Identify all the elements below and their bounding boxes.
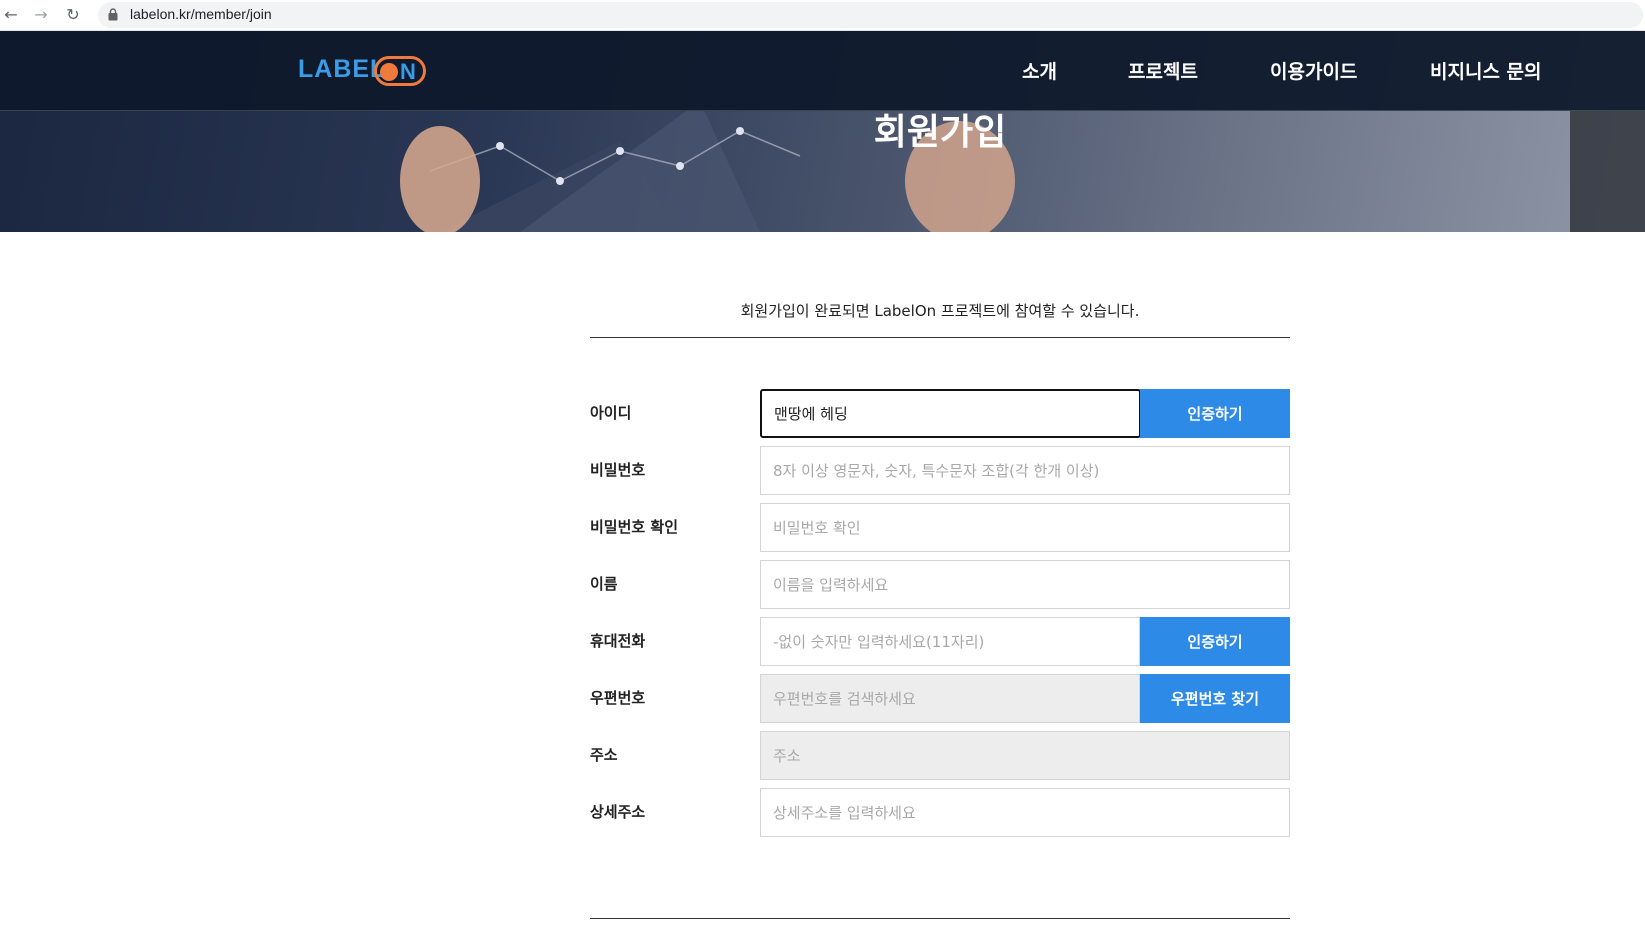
password-input[interactable] — [760, 446, 1290, 495]
site-logo[interactable]: LABEL N — [298, 53, 428, 89]
logo-n-text: N — [400, 59, 416, 84]
browser-toolbar: ← → ↻ labelon.kr/member/join — [0, 0, 1645, 31]
detail-address-input[interactable] — [760, 788, 1290, 837]
phone-input[interactable] — [760, 617, 1140, 666]
address-input[interactable] — [760, 731, 1290, 780]
password-confirm-input[interactable] — [760, 503, 1290, 552]
label-name: 이름 — [590, 575, 618, 593]
nav-item-guide[interactable]: 이용가이드 — [1270, 57, 1357, 84]
address-bar[interactable]: labelon.kr/member/join — [98, 2, 1643, 28]
back-arrow-icon[interactable]: ← — [0, 4, 22, 26]
label-password-confirm: 비밀번호 확인 — [590, 518, 679, 536]
hero-banner: 회원가입 LABEL N 소개 프로젝트 이용가이드 비지니스 문의 — [0, 31, 1645, 232]
nav-item-project[interactable]: 프로젝트 — [1128, 57, 1198, 84]
label-address: 주소 — [590, 746, 618, 764]
logo-o-dot — [380, 63, 398, 81]
verify-phone-button[interactable]: 인증하기 — [1140, 617, 1290, 666]
reload-icon[interactable]: ↻ — [62, 4, 84, 26]
forward-arrow-icon[interactable]: → — [30, 4, 52, 26]
label-detail-address: 상세주소 — [590, 803, 646, 821]
lock-icon — [108, 8, 118, 21]
name-input[interactable] — [760, 560, 1290, 609]
label-phone: 휴대전화 — [590, 632, 646, 650]
label-user-id: 아이디 — [590, 404, 632, 422]
label-password: 비밀번호 — [590, 461, 646, 479]
form-intro-text: 회원가입이 완료되면 LabelOn 프로젝트에 참여할 수 있습니다. — [740, 302, 1140, 320]
user-id-input[interactable] — [760, 389, 1141, 438]
find-postal-code-button[interactable]: 우편번호 찾기 — [1140, 674, 1290, 723]
verify-id-button[interactable]: 인증하기 — [1140, 389, 1290, 438]
nav-item-business[interactable]: 비지니스 문의 — [1430, 57, 1542, 84]
postal-code-input[interactable] — [760, 674, 1140, 723]
site-header: LABEL N 소개 프로젝트 이용가이드 비지니스 문의 — [0, 31, 1645, 111]
label-postal-code: 우편번호 — [590, 689, 646, 707]
url-text: labelon.kr/member/join — [130, 6, 272, 22]
nav-item-intro[interactable]: 소개 — [1022, 57, 1057, 84]
divider-bottom — [590, 918, 1290, 919]
divider-top — [590, 337, 1290, 338]
